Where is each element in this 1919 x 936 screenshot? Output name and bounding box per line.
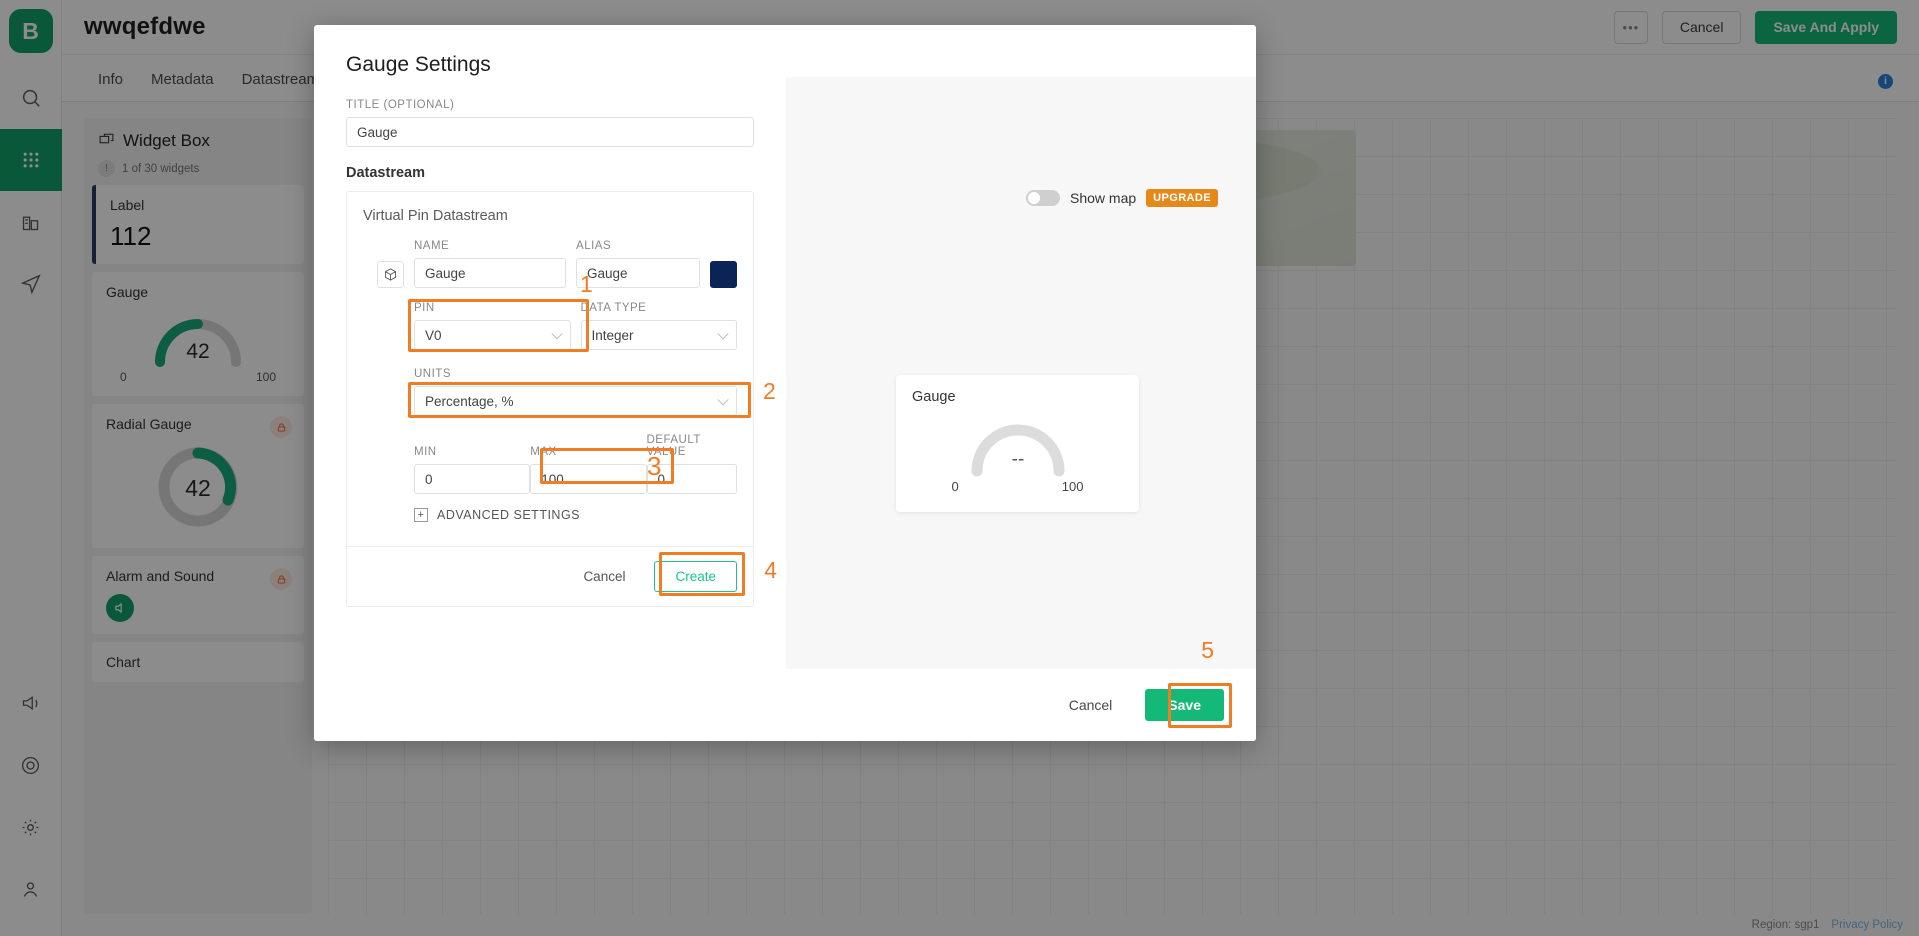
gauge-settings-dialog: Gauge Settings TITLE (OPTIONAL) Datastre… xyxy=(314,25,1256,741)
color-swatch-col xyxy=(710,261,737,288)
max-input[interactable] xyxy=(530,464,647,494)
alias-field: ALIAS xyxy=(576,240,700,288)
plus-icon: + xyxy=(414,508,428,522)
chevron-down-icon xyxy=(717,394,729,406)
min-max-default-row: MIN MAX DEFAULT VALUE xyxy=(377,434,738,494)
preview-gauge-visual: -- 0 100 xyxy=(912,407,1123,494)
max-label: MAX xyxy=(530,446,557,458)
pin-label: PIN xyxy=(414,302,435,314)
upgrade-badge[interactable]: UPGRADE xyxy=(1146,189,1218,207)
save-button[interactable]: Save xyxy=(1145,689,1224,721)
annotation-marker-5: 5 xyxy=(1201,637,1214,663)
name-label: NAME xyxy=(414,240,450,252)
title-input[interactable] xyxy=(346,117,754,147)
datastream-card-footer: Cancel Create 4 xyxy=(347,546,777,606)
units-row: UNITS Percentage, % 2 xyxy=(377,368,776,418)
dialog-left-pane: TITLE (OPTIONAL) Datastream Virtual Pin … xyxy=(314,77,786,669)
min-label: MIN xyxy=(414,446,437,458)
units-label: UNITS xyxy=(414,368,451,380)
advanced-settings-label: ADVANCED SETTINGS xyxy=(437,508,581,522)
pin-value: V0 xyxy=(425,327,442,343)
data-type-select[interactable]: Integer xyxy=(580,320,737,350)
data-type-value: Integer xyxy=(591,327,634,343)
dialog-footer: Cancel Save 5 xyxy=(314,637,1256,741)
name-alias-row: NAME ALIAS xyxy=(377,240,737,288)
show-map-label: Show map xyxy=(1070,190,1137,206)
max-field: MAX xyxy=(530,446,647,494)
annotation-marker-1: 1 xyxy=(580,271,593,297)
min-field: MIN xyxy=(414,446,531,494)
color-swatch[interactable] xyxy=(710,261,737,288)
datastream-card-heading: Virtual Pin Datastream xyxy=(363,208,508,224)
dialog-preview-pane: Gauge -- 0 100 xyxy=(786,77,1256,669)
dialog-body: TITLE (OPTIONAL) Datastream Virtual Pin … xyxy=(314,77,1256,669)
gauge-arc-icon: -- xyxy=(971,424,1064,477)
alias-input[interactable] xyxy=(576,258,700,288)
preview-max: 100 xyxy=(1061,479,1084,494)
data-type-field: DATA TYPE Integer xyxy=(580,302,737,350)
datastream-cancel-button[interactable]: Cancel xyxy=(564,561,645,592)
pin-select[interactable]: V0 xyxy=(414,320,571,350)
datastream-section-label: Datastream xyxy=(346,165,425,181)
show-map-toggle[interactable] xyxy=(1026,190,1061,206)
advanced-settings-toggle[interactable]: + ADVANCED SETTINGS xyxy=(414,508,737,522)
datastream-card-body: Virtual Pin Datastream NAME Gauge ALIAS … xyxy=(347,192,776,546)
datastream-card: Virtual Pin Datastream NAME Gauge ALIAS … xyxy=(346,191,777,607)
units-value: Percentage, % xyxy=(425,393,514,409)
svg-text:--: -- xyxy=(1011,449,1024,470)
chevron-down-icon xyxy=(717,328,729,340)
annotation-marker-2: 2 xyxy=(763,378,776,404)
units-field: UNITS Percentage, % xyxy=(414,368,737,416)
name-input[interactable] xyxy=(414,258,567,288)
dialog-title: Gauge Settings xyxy=(346,53,491,76)
pin-datatype-row: PIN V0 DATA TYPE Integer 1 xyxy=(377,271,737,352)
preview-min: 0 xyxy=(951,479,959,494)
annotation-marker-3: 3 xyxy=(647,451,662,481)
cube-button-col xyxy=(377,261,404,288)
title-field-label: TITLE (OPTIONAL) xyxy=(346,99,455,111)
dialog-cancel-button[interactable]: Cancel xyxy=(1047,689,1134,721)
name-field: NAME xyxy=(414,240,567,288)
chevron-down-icon xyxy=(550,328,563,340)
create-button[interactable]: Create xyxy=(654,561,737,592)
gauge-preview-widget[interactable]: Gauge -- 0 100 xyxy=(896,375,1139,512)
datastream-fields: NAME ALIAS xyxy=(363,240,776,522)
preview-title: Gauge xyxy=(912,389,956,405)
cube-icon[interactable] xyxy=(377,261,404,288)
annotation-marker-4: 4 xyxy=(764,557,777,583)
min-input[interactable] xyxy=(414,464,531,494)
data-type-label: DATA TYPE xyxy=(580,302,647,314)
pin-field: PIN V0 xyxy=(414,302,571,350)
units-select[interactable]: Percentage, % xyxy=(414,386,737,416)
preview-scale: 0 100 xyxy=(952,479,1084,494)
alias-label: ALIAS xyxy=(576,240,612,252)
